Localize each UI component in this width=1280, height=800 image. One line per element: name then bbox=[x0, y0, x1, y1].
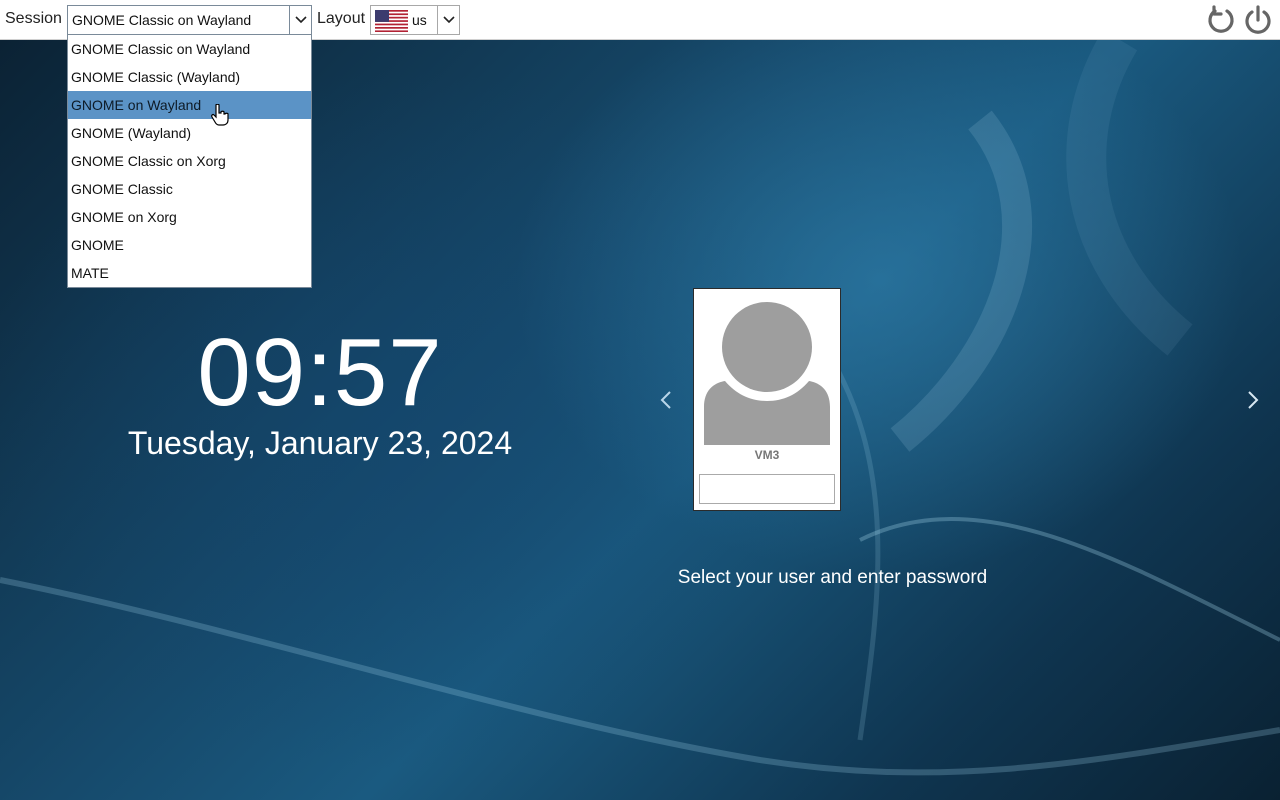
user-card[interactable]: VM3 bbox=[693, 288, 841, 511]
session-option[interactable]: GNOME Classic on Xorg bbox=[68, 147, 311, 175]
layout-label: Layout bbox=[317, 10, 366, 27]
restart-icon[interactable] bbox=[1205, 4, 1237, 36]
chevron-right-icon[interactable] bbox=[1243, 388, 1263, 412]
chevron-left-icon[interactable] bbox=[656, 388, 676, 412]
session-option-highlighted[interactable]: GNOME on Wayland bbox=[68, 91, 311, 119]
session-dropdown-menu: GNOME Classic on Wayland GNOME Classic (… bbox=[67, 34, 312, 288]
session-option[interactable]: GNOME bbox=[68, 231, 311, 259]
session-option[interactable]: GNOME Classic bbox=[68, 175, 311, 203]
clock-date: Tuesday, January 23, 2024 bbox=[127, 425, 513, 461]
session-select[interactable]: GNOME Classic on Wayland bbox=[67, 5, 312, 35]
password-input[interactable] bbox=[699, 474, 835, 504]
hand-pointer-icon bbox=[211, 104, 229, 126]
power-icon[interactable] bbox=[1242, 4, 1274, 36]
layout-select[interactable]: us bbox=[370, 5, 460, 35]
session-option[interactable]: GNOME Classic (Wayland) bbox=[68, 63, 311, 91]
chevron-down-icon[interactable] bbox=[437, 6, 459, 34]
clock-time: 09:57 bbox=[197, 319, 443, 426]
session-option[interactable]: MATE bbox=[68, 259, 311, 287]
user-name: VM3 bbox=[754, 448, 780, 462]
session-option[interactable]: GNOME (Wayland) bbox=[68, 119, 311, 147]
avatar bbox=[704, 302, 830, 445]
chevron-down-icon[interactable] bbox=[289, 6, 311, 34]
session-select-value: GNOME Classic on Wayland bbox=[72, 12, 252, 28]
session-option[interactable]: GNOME on Xorg bbox=[68, 203, 311, 231]
login-prompt: Select your user and enter password bbox=[677, 567, 988, 588]
session-label: Session bbox=[5, 10, 62, 27]
us-flag-icon bbox=[375, 10, 408, 32]
session-option[interactable]: GNOME Classic on Wayland bbox=[68, 35, 311, 63]
layout-select-value: us bbox=[412, 12, 427, 28]
